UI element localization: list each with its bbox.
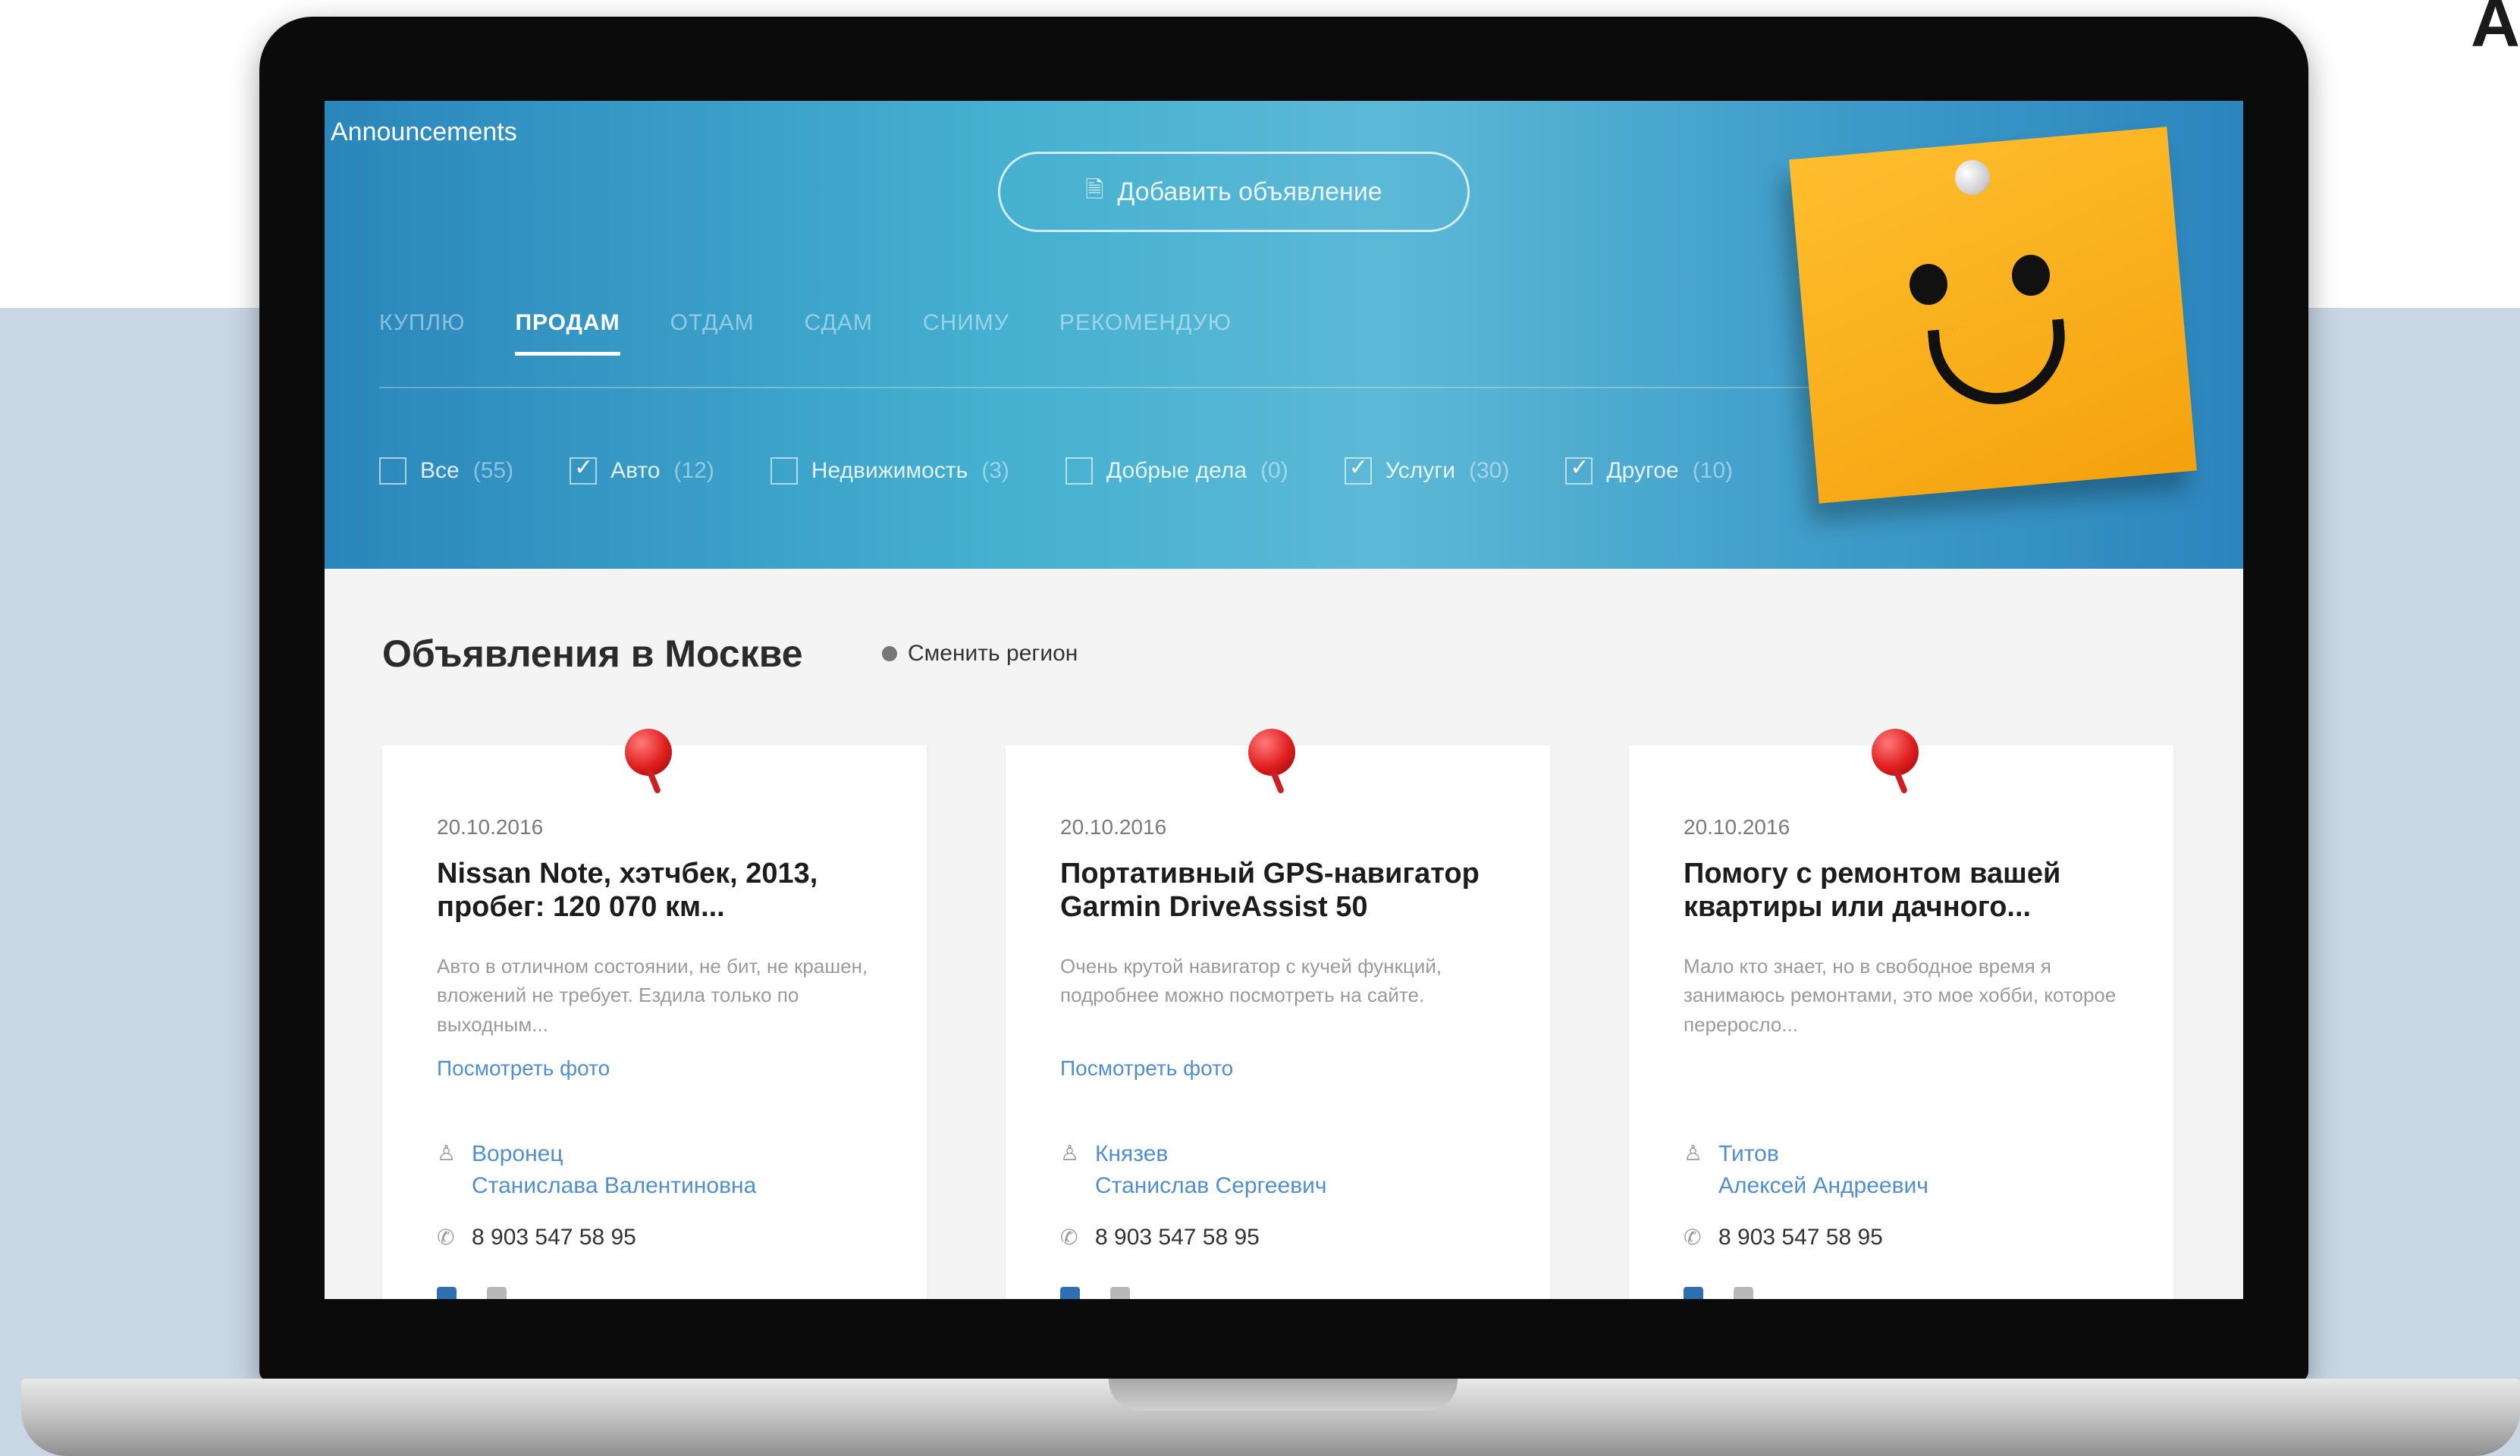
announcement-card[interactable]: 20.10.2016 Nissan Note, хэтчбек, 2013, п… — [382, 729, 927, 1299]
page-title: Объявления в Москве — [382, 632, 803, 675]
author-last-name: Князев — [1095, 1141, 1169, 1166]
card-actions — [437, 1287, 507, 1299]
filter-checkboxes: Все (55) Авто (12) Недвижимость (3) Добр… — [379, 454, 1734, 485]
person-icon: ♙ — [1684, 1141, 1703, 1165]
smiley-eye-icon — [2012, 255, 2050, 296]
tab-recommend[interactable]: РЕКОМЕНДУЮ — [1059, 310, 1232, 356]
bookmark-icon[interactable] — [487, 1287, 507, 1299]
red-pushpin-icon — [1248, 729, 1301, 795]
announcement-card[interactable]: 20.10.2016 Портативный GPS-навигатор Gar… — [1006, 729, 1550, 1299]
card-actions — [1684, 1287, 1753, 1299]
filter-other[interactable]: Другое (10) — [1565, 454, 1734, 485]
phone-icon: ✆ — [1060, 1225, 1078, 1249]
window-title: Announcements — [331, 118, 517, 146]
tab-rent-out[interactable]: СДАМ — [805, 310, 873, 356]
filter-label: Услуги — [1385, 458, 1455, 483]
laptop-screen: Announcements 🗎 Добавить объявление КУПЛ… — [325, 101, 2243, 1299]
card-author[interactable]: ♙ Титов Алексей Андреевич — [1684, 1138, 1928, 1202]
card-phone[interactable]: ✆ 8 903 547 58 95 — [1684, 1225, 1883, 1250]
view-photo-link[interactable]: Посмотреть фото — [437, 1056, 610, 1081]
sticky-note — [1789, 127, 2197, 504]
phone-number: 8 903 547 58 95 — [472, 1225, 636, 1250]
document-icon: 🗎 — [1085, 177, 1104, 202]
phone-icon: ✆ — [437, 1225, 455, 1249]
bookmark-icon[interactable] — [1734, 1287, 1753, 1299]
filter-label: Все — [420, 458, 460, 483]
card-phone[interactable]: ✆ 8 903 547 58 95 — [437, 1225, 636, 1250]
card-description: Мало кто знает, но в свободное время я з… — [1684, 955, 2117, 1036]
share-icon[interactable] — [1060, 1287, 1080, 1299]
filter-all[interactable]: Все (55) — [379, 457, 513, 485]
phone-icon: ✆ — [1684, 1225, 1702, 1249]
tabs-divider — [379, 387, 2032, 388]
corner-heading-fragment: A — [2471, 0, 2520, 61]
checkbox[interactable] — [379, 457, 406, 485]
red-pushpin-icon — [625, 729, 678, 795]
tab-sell[interactable]: ПРОДАМ — [515, 310, 620, 356]
filter-count: (30) — [1469, 458, 1510, 483]
filter-count: (55) — [472, 458, 514, 483]
card-date: 20.10.2016 — [1060, 815, 1167, 839]
author-last-name: Титов — [1718, 1141, 1779, 1166]
phone-number: 8 903 547 58 95 — [1095, 1225, 1260, 1250]
filter-count: (12) — [673, 458, 714, 483]
card-author[interactable]: ♙ Воронец Станислава Валентиновна — [437, 1138, 756, 1202]
filter-label: Авто — [610, 458, 661, 483]
person-icon: ♙ — [1060, 1141, 1080, 1165]
author-first-name: Алексей Андреевич — [1718, 1173, 1928, 1198]
filter-realty[interactable]: Недвижимость (3) — [770, 457, 1009, 485]
author-last-name: Воронец — [472, 1141, 563, 1166]
change-region-label: Сменить регион — [908, 641, 1078, 666]
filter-label: Другое — [1606, 458, 1679, 483]
location-dot-icon — [882, 646, 897, 661]
checkbox[interactable] — [770, 457, 798, 485]
smiley-eye-icon — [1910, 264, 1947, 305]
card-title[interactable]: Nissan Note, хэтчбек, 2013, пробег: 120 … — [437, 858, 892, 924]
phone-number: 8 903 547 58 95 — [1718, 1225, 1883, 1250]
share-icon[interactable] — [1684, 1287, 1703, 1299]
card-phone[interactable]: ✆ 8 903 547 58 95 — [1060, 1225, 1260, 1250]
checkbox[interactable] — [1065, 457, 1093, 485]
share-icon[interactable] — [437, 1287, 457, 1299]
card-title[interactable]: Помогу с ремонтом вашей квартиры или дач… — [1684, 858, 2139, 924]
announcement-card[interactable]: 20.10.2016 Помогу с ремонтом вашей кварт… — [1629, 729, 2173, 1299]
tab-buy[interactable]: КУПЛЮ — [379, 310, 465, 356]
add-announcement-button[interactable]: 🗎 Добавить объявление — [998, 152, 1470, 232]
add-button-label: Добавить объявление — [1117, 177, 1382, 206]
card-date: 20.10.2016 — [437, 815, 544, 839]
author-first-name: Станислав Сергеевич — [1095, 1173, 1327, 1198]
checkbox[interactable] — [1344, 454, 1372, 485]
filter-count: (0) — [1260, 458, 1288, 483]
view-photo-link[interactable]: Посмотреть фото — [1060, 1056, 1233, 1081]
filter-count: (10) — [1692, 458, 1734, 483]
person-icon: ♙ — [437, 1141, 457, 1165]
filter-good-deeds[interactable]: Добрые дела (0) — [1065, 457, 1288, 485]
laptop-notch — [1109, 1379, 1458, 1410]
card-description: Авто в отличном состоянии, не бит, не кр… — [437, 955, 868, 1036]
change-region-link[interactable]: Сменить регион — [882, 641, 1078, 667]
tab-give[interactable]: ОТДАМ — [670, 310, 755, 356]
filter-count: (3) — [981, 458, 1009, 483]
category-tabs: КУПЛЮ ПРОДАМ ОТДАМ СДАМ СНИМУ РЕКОМЕНДУЮ — [379, 310, 1232, 356]
filter-auto[interactable]: Авто (12) — [570, 454, 714, 485]
card-title[interactable]: Портативный GPS-навигатор Garmin DriveAs… — [1060, 858, 1515, 924]
card-actions — [1060, 1287, 1130, 1299]
red-pushpin-icon — [1872, 729, 1925, 795]
filter-label: Недвижимость — [811, 458, 968, 483]
card-date: 20.10.2016 — [1684, 815, 1790, 839]
tab-rent[interactable]: СНИМУ — [923, 310, 1009, 356]
card-author[interactable]: ♙ Князев Станислав Сергеевич — [1060, 1138, 1327, 1202]
filter-label: Добрые дела — [1106, 458, 1247, 483]
author-first-name: Станислава Валентиновна — [472, 1173, 757, 1198]
checkbox[interactable] — [1565, 454, 1593, 485]
bookmark-icon[interactable] — [1110, 1287, 1130, 1299]
checkbox[interactable] — [570, 454, 598, 485]
filter-services[interactable]: Услуги (30) — [1344, 454, 1510, 485]
card-description: Очень крутой навигатор с кучей функций, … — [1060, 955, 1442, 1007]
